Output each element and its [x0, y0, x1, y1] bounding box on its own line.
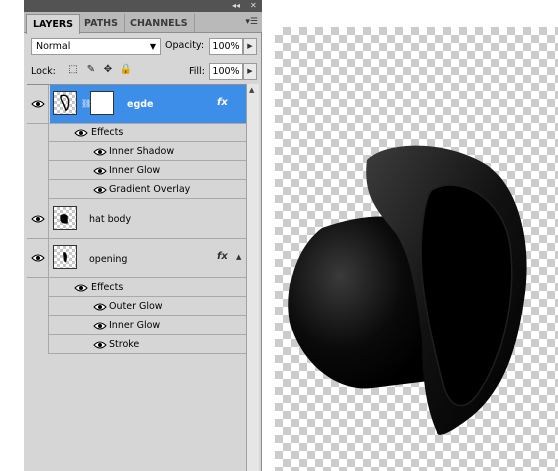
- scroll-up-icon[interactable]: ▲: [249, 86, 254, 94]
- layer-name[interactable]: egde: [127, 99, 154, 110]
- effect-label: Inner Glow: [109, 165, 161, 176]
- opening-thumbnail-art: [63, 252, 67, 263]
- eye-icon[interactable]: [93, 147, 107, 157]
- tree-gutter: [27, 123, 49, 199]
- layer-name[interactable]: opening: [89, 254, 127, 265]
- selection-highlight: ⛓ egde fx: [50, 85, 246, 123]
- effect-row-outer-glow[interactable]: Outer Glow: [49, 297, 246, 316]
- effect-row-stroke[interactable]: Stroke: [49, 335, 246, 354]
- layer-thumbnail[interactable]: [53, 206, 77, 230]
- layer-row-opening[interactable]: opening fx ▲: [27, 239, 246, 278]
- eye-icon[interactable]: [31, 214, 45, 224]
- layer-thumbnail[interactable]: [53, 245, 77, 269]
- effect-row-inner-glow[interactable]: Inner Glow: [49, 316, 246, 335]
- effects-label: Effects: [91, 282, 124, 293]
- effect-label: Inner Shadow: [109, 146, 175, 157]
- fill-input[interactable]: 100%: [209, 63, 243, 80]
- lock-label: Lock:: [31, 66, 56, 77]
- blend-mode-select[interactable]: Normal ▼: [31, 38, 161, 55]
- effect-label: Outer Glow: [109, 301, 163, 312]
- collapse-icon[interactable]: ◂◂: [232, 1, 240, 11]
- hat-body-thumbnail-art: [60, 214, 68, 224]
- opacity-label: Opacity:: [165, 40, 205, 51]
- panel-tabs: LAYERS PATHS CHANNELS ▾☰: [24, 12, 262, 34]
- visibility-column[interactable]: [27, 199, 49, 238]
- tab-layers[interactable]: LAYERS: [26, 14, 81, 34]
- layers-list: ⛓ egde fx Effects Inner Shadow Inner Glo…: [27, 84, 246, 471]
- effect-label: Stroke: [109, 339, 140, 350]
- eye-icon[interactable]: [93, 340, 107, 350]
- hat-artwork: [288, 145, 527, 435]
- effect-row-gradient-overlay[interactable]: Gradient Overlay: [49, 180, 246, 199]
- edge-thumbnail-art: [60, 94, 70, 112]
- visibility-column[interactable]: [27, 85, 49, 123]
- effects-group-row[interactable]: Effects: [49, 123, 246, 142]
- fill-label: Fill:: [189, 66, 205, 77]
- eye-icon[interactable]: [93, 321, 107, 331]
- effect-label: Inner Glow: [109, 320, 161, 331]
- tree-gutter: [27, 278, 49, 354]
- eye-icon[interactable]: [31, 253, 45, 263]
- eye-icon[interactable]: [93, 166, 107, 176]
- eye-icon[interactable]: [93, 302, 107, 312]
- eye-icon[interactable]: [74, 283, 88, 293]
- tab-paths[interactable]: PATHS: [78, 14, 125, 33]
- effect-row-inner-glow[interactable]: Inner Glow: [49, 161, 246, 180]
- layer-row-egde[interactable]: ⛓ egde fx: [27, 85, 246, 124]
- panel-menu-icon[interactable]: ▾☰: [245, 17, 258, 27]
- lock-position-icon[interactable]: ✥: [101, 63, 115, 77]
- eye-icon[interactable]: [31, 99, 45, 109]
- eye-icon[interactable]: [74, 128, 88, 138]
- effect-row-inner-shadow[interactable]: Inner Shadow: [49, 142, 246, 161]
- tab-channels[interactable]: CHANNELS: [124, 14, 195, 33]
- eye-icon[interactable]: [93, 185, 107, 195]
- fx-icon[interactable]: fx: [217, 97, 228, 108]
- opacity-slider-button[interactable]: ▶: [243, 38, 257, 55]
- layers-panel: ◂◂ ✕ LAYERS PATHS CHANNELS ▾☰ Normal ▼ O…: [24, 0, 262, 471]
- panel-title-bar[interactable]: ◂◂ ✕: [24, 0, 262, 12]
- visibility-column[interactable]: [27, 239, 49, 277]
- lock-all-icon[interactable]: 🔒: [119, 63, 133, 77]
- layer-row-hat-body[interactable]: hat body: [27, 199, 246, 239]
- lock-transparent-pixels-icon[interactable]: ⬚: [66, 63, 80, 77]
- layers-scrollbar[interactable]: ▲: [246, 84, 259, 471]
- blend-mode-value: Normal: [36, 41, 71, 52]
- document-canvas[interactable]: [262, 0, 558, 471]
- opacity-input[interactable]: 100%: [209, 38, 243, 55]
- chevron-down-icon: ▼: [149, 42, 156, 51]
- effect-label: Gradient Overlay: [109, 184, 191, 195]
- fx-icon[interactable]: fx: [217, 251, 228, 262]
- close-panel-icon[interactable]: ✕: [250, 1, 257, 11]
- effects-group-row[interactable]: Effects: [49, 278, 246, 297]
- layer-mask-thumbnail[interactable]: [90, 91, 114, 115]
- fill-slider-button[interactable]: ▶: [243, 63, 257, 80]
- effects-label: Effects: [91, 127, 124, 138]
- lock-image-pixels-icon[interactable]: ✎: [84, 63, 98, 77]
- expand-effects-icon[interactable]: ▲: [236, 253, 241, 261]
- layer-name[interactable]: hat body: [89, 214, 131, 225]
- layer-thumbnail[interactable]: [53, 91, 77, 115]
